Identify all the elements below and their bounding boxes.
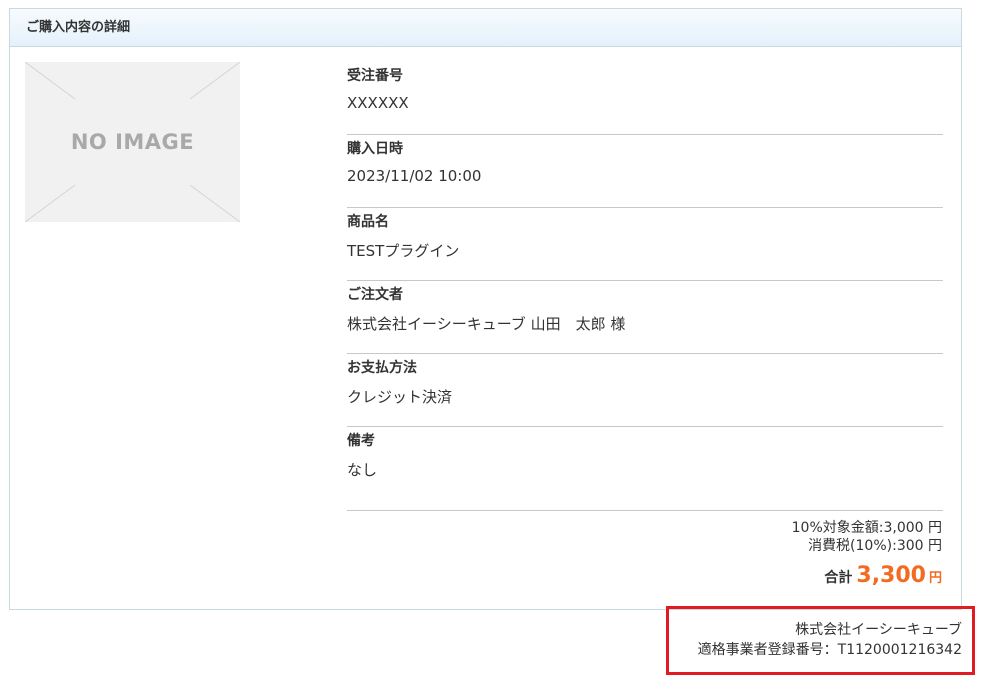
order-details-list: 受注番号 XXXXXX 購入日時 2023/11/02 10:00 商品名 TE…: [347, 62, 943, 511]
issuer-company: 株式会社イーシーキューブ: [795, 622, 962, 638]
detail-row-orderer: ご注文者 株式会社イーシーキューブ 山田 太郎 様: [347, 281, 943, 354]
product-image-placeholder: NO IMAGE: [25, 62, 240, 222]
detail-row-product-name: 商品名 TESTプラグイン: [347, 208, 943, 281]
detail-label: 受注番号: [347, 68, 403, 84]
detail-value: TESTプラグイン: [347, 242, 460, 260]
tax-amount: 消費税(10%):300 円: [808, 538, 942, 554]
detail-label: お支払方法: [347, 360, 417, 376]
detail-value: XXXXXX: [347, 94, 409, 112]
detail-label: 商品名: [347, 214, 389, 230]
detail-label: 購入日時: [347, 141, 403, 157]
order-detail-panel: ご購入内容の詳細 NO IMAGE 受注番号 XXXXXX 購入日時 2023/…: [9, 8, 962, 610]
panel-title: ご購入内容の詳細: [10, 9, 961, 47]
detail-row-order-number: 受注番号 XXXXXX: [347, 62, 943, 135]
total-amount: 3,300: [856, 563, 926, 588]
no-image-label: NO IMAGE: [70, 130, 195, 154]
detail-value: 2023/11/02 10:00: [347, 167, 482, 185]
detail-row-payment-method: お支払方法 クレジット決済: [347, 354, 943, 427]
order-totals: 10%対象金額:3,000 円 消費税(10%):300 円 合計 3,300 円: [792, 519, 942, 591]
detail-value: 株式会社イーシーキューブ 山田 太郎 様: [347, 315, 626, 333]
detail-row-remarks: 備考 なし: [347, 427, 943, 511]
issuer-registration-number: 適格事業者登録番号：T1120001216342: [697, 642, 962, 658]
taxable-amount: 10%対象金額:3,000 円: [791, 520, 942, 536]
detail-value: クレジット決済: [347, 388, 453, 406]
detail-value: なし: [347, 461, 378, 479]
detail-label: ご注文者: [347, 287, 403, 303]
issuer-info-box: 株式会社イーシーキューブ 適格事業者登録番号：T1120001216342: [666, 606, 975, 675]
total-unit: 円: [928, 571, 942, 586]
total-label: 合計: [824, 570, 853, 586]
detail-row-purchase-date: 購入日時 2023/11/02 10:00: [347, 135, 943, 208]
grand-total: 合計 3,300 円: [792, 563, 942, 591]
detail-label: 備考: [347, 433, 375, 449]
